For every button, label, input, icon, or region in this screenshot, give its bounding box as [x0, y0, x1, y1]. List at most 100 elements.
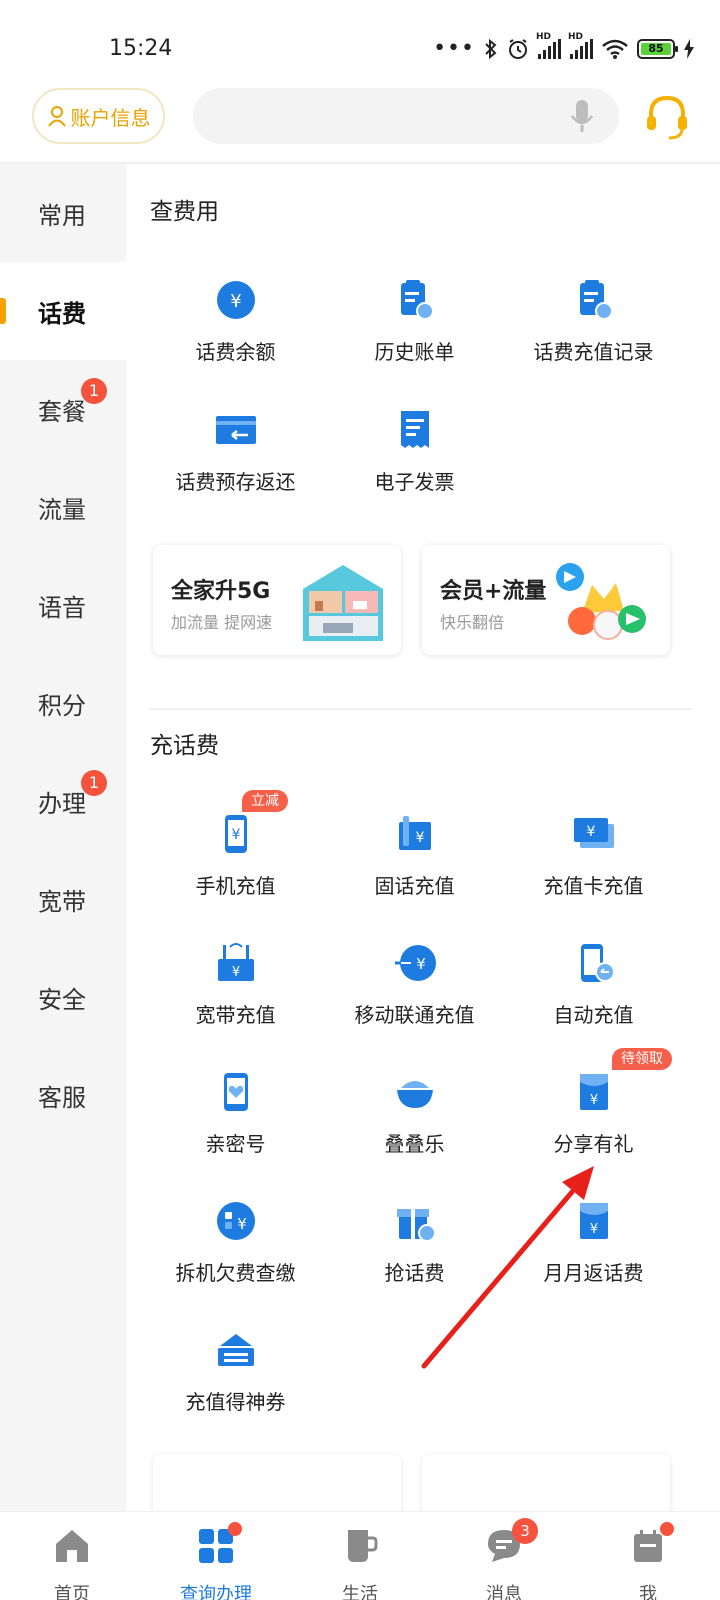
- debt-payment-item[interactable]: ¥ 拆机欠费查缴: [144, 1199, 327, 1286]
- share-gift-item[interactable]: ¥ 分享有礼 待领取: [502, 1048, 685, 1157]
- svg-text:¥: ¥: [415, 830, 424, 846]
- app-screen: 15:24 ••• HD HD 85 账户信息 常用 话费 套餐 1 流量 语音 …: [0, 0, 720, 1600]
- item-label: 电子发票: [374, 470, 455, 494]
- tab-label: 消息: [486, 1584, 522, 1600]
- bottom-card-right[interactable]: [422, 1454, 670, 1511]
- bottom-tab-bar: 首页 查询办理 生活 消息 3 我: [0, 1511, 720, 1600]
- tab-query[interactable]: 查询办理: [144, 1512, 288, 1600]
- sidebar-item-broadband[interactable]: 宽带: [0, 850, 126, 948]
- recharge-record-item[interactable]: 话费充值记录: [502, 278, 685, 365]
- item-label: 拆机欠费查缴: [175, 1261, 296, 1285]
- history-bill-item[interactable]: 历史账单: [323, 278, 506, 365]
- tab-label: 首页: [54, 1584, 90, 1600]
- broadband-recharge-item[interactable]: ¥ 宽带充值: [144, 941, 327, 1028]
- bill-balance-item[interactable]: ¥ 话费余额: [144, 278, 327, 365]
- alarm-icon: [509, 38, 527, 59]
- home-icon: [56, 1530, 88, 1562]
- bowl-icon: [396, 1081, 433, 1108]
- red-envelope-icon: ¥: [579, 1074, 608, 1110]
- item-label: 分享有礼: [553, 1132, 634, 1156]
- recharge-coupon-item[interactable]: 充值得神券: [144, 1328, 327, 1415]
- item-label: 月月返话费: [543, 1261, 644, 1285]
- debt-yuan-icon: ¥: [216, 1202, 255, 1240]
- sidebar-item-label: 套餐: [38, 397, 86, 426]
- signal-1-icon: HD: [536, 32, 561, 59]
- tab-messages[interactable]: 消息 3: [432, 1512, 576, 1600]
- charging-icon: [684, 38, 694, 59]
- phone-yuan-icon: ¥: [224, 815, 247, 853]
- bottom-card-left[interactable]: [153, 1454, 401, 1511]
- heart-phone-icon: [223, 1073, 248, 1111]
- signal-2-icon: HD: [568, 32, 593, 59]
- sidebar-item-service[interactable]: 客服: [0, 1046, 126, 1144]
- bill-clock-icon: [400, 280, 434, 320]
- transfer-yuan-icon: ¥: [394, 945, 436, 981]
- sidebar-item-phone-bill[interactable]: 话费: [0, 262, 126, 360]
- search-input[interactable]: [193, 88, 619, 144]
- item-label: 手机充值: [195, 874, 276, 898]
- tab-life[interactable]: 生活: [288, 1512, 432, 1600]
- sidebar-item-handle[interactable]: 办理 1: [0, 752, 126, 850]
- notification-badge: 1: [81, 378, 107, 404]
- sidebar-item-plan[interactable]: 套餐 1: [0, 360, 126, 458]
- item-label: 话费预存返还: [175, 470, 296, 494]
- discount-tag: 立减: [242, 790, 288, 812]
- item-label: 话费充值记录: [533, 340, 654, 364]
- section-divider: [150, 708, 692, 710]
- customer-service-icon[interactable]: [645, 94, 689, 142]
- svg-text:¥: ¥: [416, 955, 426, 973]
- auto-recharge-item[interactable]: 自动充值: [502, 941, 685, 1028]
- prestore-return-item[interactable]: 话费预存返还: [144, 408, 327, 495]
- tab-me[interactable]: 我: [576, 1512, 720, 1600]
- item-label: 话费余额: [195, 340, 276, 364]
- sidebar-item-common[interactable]: 常用: [0, 164, 126, 262]
- e-invoice-item[interactable]: 电子发票: [323, 408, 506, 495]
- sidebar-item-label: 语音: [38, 593, 86, 622]
- mobile-recharge-item[interactable]: ¥ 手机充值 立减: [144, 790, 327, 899]
- account-info-label: 账户信息: [70, 105, 151, 130]
- stacking-fun-item[interactable]: 叠叠乐: [323, 1070, 506, 1157]
- notification-badge: 1: [81, 770, 107, 796]
- card-return-icon: [215, 416, 256, 444]
- coupon-stack-icon: [217, 1334, 254, 1366]
- item-label: 抢话费: [384, 1261, 445, 1285]
- sidebar-item-points[interactable]: 积分: [0, 654, 126, 752]
- section-title-recharge: 充话费: [150, 733, 219, 759]
- sidebar-item-label: 常用: [38, 201, 86, 230]
- battery-icon: 85: [637, 38, 678, 59]
- cross-carrier-recharge-item[interactable]: ¥ 移动联通充值: [323, 941, 506, 1028]
- svg-text:¥: ¥: [586, 824, 595, 840]
- sidebar-item-label: 安全: [38, 985, 86, 1014]
- bluetooth-icon: [485, 38, 497, 59]
- grab-credit-item[interactable]: 抢话费: [323, 1199, 506, 1286]
- item-label: 自动充值: [553, 1003, 634, 1027]
- monthly-rebate-item[interactable]: ¥ 月月返话费: [502, 1199, 685, 1286]
- tab-home[interactable]: 首页: [0, 1512, 144, 1600]
- card-recharge-item[interactable]: ¥ 充值卡充值: [502, 812, 685, 899]
- sidebar-item-security[interactable]: 安全: [0, 948, 126, 1046]
- intimate-number-item[interactable]: 亲密号: [144, 1070, 327, 1157]
- notification-dot: [660, 1522, 674, 1536]
- auto-phone-icon: [580, 944, 615, 982]
- promo-title: 全家升5G: [171, 579, 271, 604]
- item-label: 充值卡充值: [543, 874, 644, 898]
- item-label: 固话充值: [374, 874, 455, 898]
- section-title-query: 查费用: [150, 199, 219, 225]
- item-label: 充值得神券: [185, 1390, 286, 1414]
- microphone-icon[interactable]: [569, 98, 595, 134]
- sidebar-item-label: 宽带: [38, 887, 86, 916]
- promo-card-5g[interactable]: 全家升5G 加流量 提网速: [153, 545, 401, 655]
- landline-recharge-item[interactable]: ¥ 固话充值: [323, 812, 506, 899]
- sidebar-item-data[interactable]: 流量: [0, 458, 126, 556]
- notification-dot: [228, 1522, 242, 1536]
- invoice-icon: [400, 411, 429, 448]
- sidebar-item-label: 积分: [38, 691, 86, 720]
- svg-text:¥: ¥: [589, 1222, 597, 1237]
- sidebar-item-voice[interactable]: 语音: [0, 556, 126, 654]
- account-info-button[interactable]: 账户信息: [32, 88, 165, 144]
- landline-yuan-icon: ¥: [398, 816, 431, 850]
- house-illustration: [303, 565, 383, 641]
- tab-label: 查询办理: [180, 1584, 252, 1600]
- promo-card-membership[interactable]: 会员+流量 快乐翻倍: [422, 545, 670, 655]
- pending-claim-tag: 待领取: [612, 1048, 672, 1070]
